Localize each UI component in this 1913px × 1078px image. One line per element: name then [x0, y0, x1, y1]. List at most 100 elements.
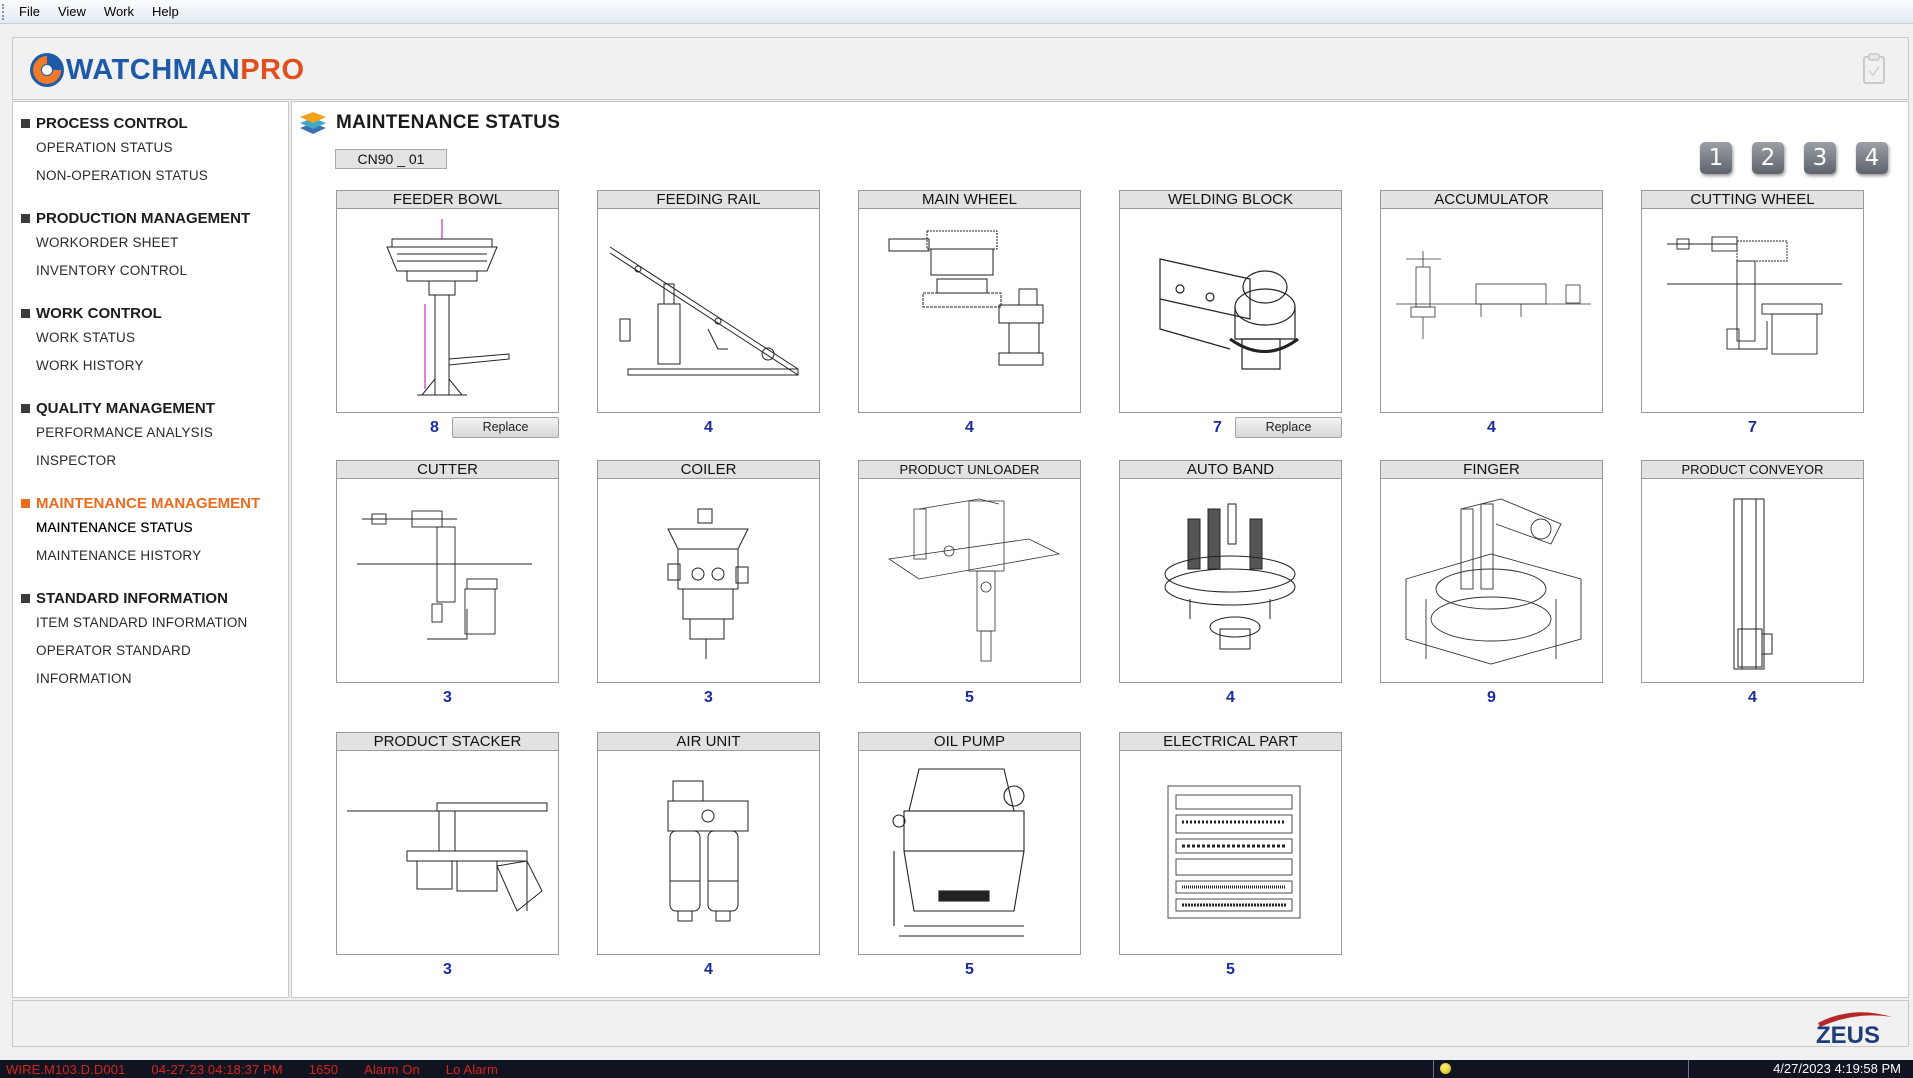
bottom-panel: ZEUS — [12, 1000, 1909, 1047]
part-footer: 3 — [336, 687, 559, 709]
logo-text-main: WATCHMAN — [66, 53, 241, 86]
part-card-product-stacker[interactable]: PRODUCT STACKER 3 — [336, 732, 559, 981]
part-card-cutting-wheel[interactable]: CUTTING WHEEL 7 — [1641, 190, 1864, 439]
nav-heading[interactable]: PROCESS CONTROL — [13, 112, 288, 134]
part-card-product-unloader[interactable]: PRODUCT UNLOADER 5 — [858, 460, 1081, 709]
machine-selector[interactable]: CN90 _ 01 — [335, 149, 447, 169]
nav-heading-active[interactable]: MAINTENANCE MANAGEMENT — [13, 492, 288, 514]
part-card-finger[interactable]: FINGER 9 — [1380, 460, 1603, 709]
part-card-welding-block[interactable]: WELDING BLOCK 7 Replace — [1119, 190, 1342, 439]
nav-group-production-management: PRODUCTION MANAGEMENT WORKORDER SHEET IN… — [13, 207, 288, 285]
nav-item-workorder-sheet[interactable]: WORKORDER SHEET — [13, 229, 288, 257]
menu-view[interactable]: View — [49, 0, 95, 24]
part-card-electrical-part[interactable]: ELECTRICAL PART 5 — [1119, 732, 1342, 981]
part-drawing — [1119, 479, 1342, 683]
part-footer: 4 — [1380, 417, 1603, 439]
status-bar: WIRE.M103.D.D001 04-27-23 04:18:37 PM 16… — [0, 1060, 1913, 1078]
part-title: AUTO BAND — [1119, 460, 1342, 479]
nav-item-work-history[interactable]: WORK HISTORY — [13, 352, 288, 380]
page-button-1[interactable]: 1 — [1700, 142, 1732, 174]
nav-group-work-control: WORK CONTROL WORK STATUS WORK HISTORY — [13, 302, 288, 380]
nav-heading[interactable]: STANDARD INFORMATION — [13, 587, 288, 609]
page-button-2[interactable]: 2 — [1752, 142, 1784, 174]
part-count: 3 — [704, 689, 713, 706]
part-card-air-unit[interactable]: AIR UNIT 4 — [597, 732, 820, 981]
status-alarm-level: Lo Alarm — [445, 1061, 498, 1077]
part-count: 4 — [704, 419, 713, 436]
nav-item-performance-analysis[interactable]: PERFORMANCE ANALYSIS — [13, 419, 288, 447]
part-drawing — [597, 209, 820, 413]
nav-heading-label: PRODUCTION MANAGEMENT — [36, 209, 251, 227]
part-drawing — [597, 751, 820, 955]
part-card-auto-band[interactable]: AUTO BAND 4 — [1119, 460, 1342, 709]
electrical-part-drawing-icon — [1167, 785, 1301, 919]
part-card-cutter[interactable]: CUTTER 3 — [336, 460, 559, 709]
status-separator — [1433, 1060, 1434, 1078]
coiler-drawing-icon — [667, 508, 749, 659]
replace-button[interactable]: Replace — [452, 417, 559, 438]
part-title: AIR UNIT — [597, 732, 820, 751]
nav-heading[interactable]: WORK CONTROL — [13, 302, 288, 324]
layers-icon — [300, 112, 326, 134]
part-drawing — [1119, 751, 1342, 955]
part-card-oil-pump[interactable]: OIL PUMP 5 — [858, 732, 1081, 981]
part-footer: 3 — [336, 959, 559, 981]
part-footer: 9 — [1380, 687, 1603, 709]
part-count: 3 — [443, 689, 452, 706]
menu-help[interactable]: Help — [143, 0, 188, 24]
part-title: ACCUMULATOR — [1380, 190, 1603, 209]
part-footer: 7 — [1641, 417, 1864, 439]
nav-item-item-standard-information[interactable]: ITEM STANDARD INFORMATION — [13, 609, 288, 637]
nav-group-maintenance-management: MAINTENANCE MANAGEMENT MAINTENANCE STATU… — [13, 492, 288, 570]
part-title: PRODUCT CONVEYOR — [1641, 460, 1864, 479]
zeus-text: ZEUS — [1816, 1022, 1880, 1045]
nav-item-inventory-control[interactable]: INVENTORY CONTROL — [13, 257, 288, 285]
oil-pump-drawing-icon — [892, 768, 1025, 937]
nav-item-work-status[interactable]: WORK STATUS — [13, 324, 288, 352]
app-header: WATCHMANPRO — [12, 37, 1909, 100]
main-wheel-drawing-icon — [888, 230, 1044, 366]
part-count: 5 — [965, 689, 974, 706]
part-title: OIL PUMP — [858, 732, 1081, 751]
nav-item-operation-status[interactable]: OPERATION STATUS — [13, 134, 288, 162]
part-footer: 4 — [1641, 687, 1864, 709]
menu-work[interactable]: Work — [95, 0, 143, 24]
part-card-product-conveyor[interactable]: PRODUCT CONVEYOR 4 — [1641, 460, 1864, 709]
nav-item-maintenance-history[interactable]: MAINTENANCE HISTORY — [13, 542, 288, 570]
part-drawing — [1641, 209, 1864, 413]
part-title: FEEDER BOWL — [336, 190, 559, 209]
nav-group-process-control: PROCESS CONTROL OPERATION STATUS NON-OPE… — [13, 112, 288, 190]
welding-block-drawing-icon — [1159, 258, 1299, 370]
page-button-3[interactable]: 3 — [1804, 142, 1836, 174]
nav-item-maintenance-status[interactable]: MAINTENANCE STATUS — [13, 514, 288, 542]
menu-file[interactable]: File — [10, 0, 49, 24]
part-title: ELECTRICAL PART — [1119, 732, 1342, 751]
nav-heading-label: STANDARD INFORMATION — [36, 589, 228, 607]
app-window: { "menubar": { "items": ["File", "View",… — [0, 0, 1913, 1078]
bullet-square-icon — [21, 308, 30, 318]
watchmanpro-logo: WATCHMANPRO — [29, 50, 305, 90]
part-count: 5 — [965, 961, 974, 978]
replace-button[interactable]: Replace — [1235, 417, 1342, 438]
part-count: 5 — [1226, 961, 1235, 978]
part-card-coiler[interactable]: COILER 3 — [597, 460, 820, 709]
sidebar-nav: PROCESS CONTROL OPERATION STATUS NON-OPE… — [12, 101, 289, 998]
nav-heading[interactable]: PRODUCTION MANAGEMENT — [13, 207, 288, 229]
part-card-feeding-rail[interactable]: FEEDING RAIL 4 — [597, 190, 820, 439]
nav-item-inspector[interactable]: INSPECTOR — [13, 447, 288, 475]
part-title: FEEDING RAIL — [597, 190, 820, 209]
page-title: MAINTENANCE STATUS — [298, 109, 560, 137]
part-title: CUTTING WHEEL — [1641, 190, 1864, 209]
part-card-main-wheel[interactable]: MAIN WHEEL 4 — [858, 190, 1081, 439]
product-conveyor-drawing-icon — [1733, 498, 1773, 670]
part-card-accumulator[interactable]: ACCUMULATOR 4 — [1380, 190, 1603, 439]
nav-item-non-operation-status[interactable]: NON-OPERATION STATUS — [13, 162, 288, 190]
part-footer: 4 — [858, 417, 1081, 439]
nav-heading[interactable]: QUALITY MANAGEMENT — [13, 397, 288, 419]
part-card-feeder-bowl[interactable]: FEEDER BOWL 8 Replace — [336, 190, 559, 439]
nav-item-operator-standard-information[interactable]: OPERATOR STANDARD INFORMATION — [13, 637, 288, 686]
clipboard-icon[interactable] — [1862, 52, 1886, 84]
zeus-logo: ZEUS — [1816, 1012, 1892, 1045]
status-clock: 4/27/2023 4:19:58 PM — [1773, 1061, 1901, 1076]
page-button-4[interactable]: 4 — [1856, 142, 1888, 174]
